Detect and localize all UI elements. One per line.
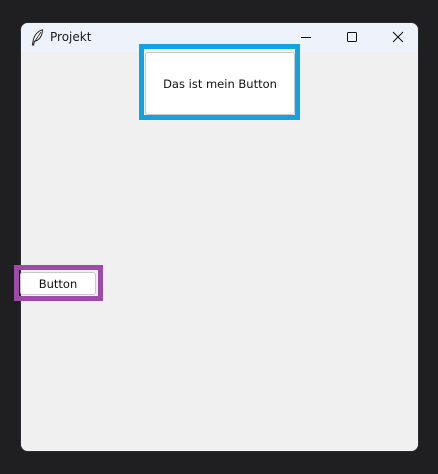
close-icon xyxy=(392,28,404,47)
feather-icon xyxy=(30,29,44,46)
maximize-icon xyxy=(346,28,358,47)
button[interactable]: Button xyxy=(20,272,96,295)
minimize-icon xyxy=(300,28,312,47)
window-title: Projekt xyxy=(50,30,92,44)
close-button[interactable] xyxy=(375,23,418,52)
maximize-button[interactable] xyxy=(329,23,375,52)
das-ist-mein-button[interactable]: Das ist mein Button xyxy=(145,52,295,115)
